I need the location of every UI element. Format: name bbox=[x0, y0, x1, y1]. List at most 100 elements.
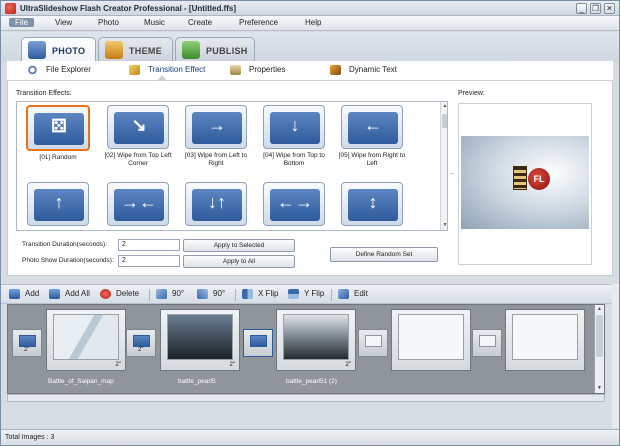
effect-item[interactable]: ↑ bbox=[19, 182, 97, 229]
delete-button[interactable]: Delete bbox=[100, 289, 139, 299]
menu-file[interactable]: File bbox=[9, 18, 34, 27]
storyboard-transition[interactable] bbox=[358, 329, 388, 357]
y-flip-button[interactable]: Y Flip bbox=[288, 289, 324, 299]
menu-view[interactable]: View bbox=[53, 18, 74, 27]
splitter-handle[interactable]: ⇔ bbox=[449, 171, 455, 177]
magnifier-icon bbox=[27, 65, 38, 75]
photo-duration-input[interactable]: 2 bbox=[118, 255, 180, 267]
restore-button[interactable]: ❐ bbox=[590, 3, 601, 14]
storyboard-transition[interactable] bbox=[243, 329, 273, 357]
app-logo-icon bbox=[5, 3, 16, 14]
tab-photo[interactable]: PHOTO bbox=[21, 37, 96, 64]
transition-icon bbox=[129, 65, 140, 75]
apply-to-selected-button[interactable]: Apply to Selected bbox=[183, 239, 295, 252]
y-flip-label: Y Flip bbox=[304, 289, 325, 299]
app-window: UltraSlideshow Flash Creator Professiona… bbox=[0, 0, 620, 446]
transition-thumb bbox=[250, 335, 267, 347]
apply-to-all-button[interactable]: Apply to All bbox=[183, 255, 295, 268]
effect-item[interactable]: ↘ [02] Wipe from Top Left Corner bbox=[99, 105, 177, 167]
preview-image: FL bbox=[461, 136, 589, 229]
add-all-button-label: Add All bbox=[65, 289, 90, 299]
define-random-set-button[interactable]: Define Random Set bbox=[330, 247, 438, 262]
arrows-inward-icon: →← bbox=[121, 192, 157, 212]
menu-help[interactable]: Help bbox=[303, 18, 323, 27]
scroll-up-icon[interactable]: ▲ bbox=[442, 103, 447, 109]
scroll-down-icon[interactable]: ▼ bbox=[596, 385, 603, 391]
storyboard-scrollbar[interactable]: ▲ ▼ bbox=[594, 305, 604, 393]
effect-thumbnail: ↘ bbox=[107, 105, 169, 149]
subtab-properties[interactable]: Properties bbox=[230, 65, 285, 75]
title-bar: UltraSlideshow Flash Creator Professiona… bbox=[1, 1, 619, 16]
effect-thumbnail: → bbox=[185, 105, 247, 149]
subtab-dynamic-text[interactable]: Dynamic Text bbox=[330, 65, 397, 75]
tab-publish[interactable]: PUBLISH bbox=[175, 37, 255, 63]
properties-icon bbox=[230, 65, 241, 75]
subtab-file-explorer[interactable]: File Explorer bbox=[27, 65, 91, 75]
minimize-button[interactable]: _ bbox=[576, 3, 587, 14]
storyboard-horizontal-scrollbar[interactable] bbox=[7, 394, 605, 402]
effect-label: [01] Random bbox=[39, 154, 77, 161]
rotate-left-button[interactable]: 90° bbox=[156, 289, 184, 299]
add-button[interactable]: Add bbox=[9, 289, 39, 299]
delete-icon bbox=[100, 289, 111, 299]
storyboard-slide[interactable] bbox=[505, 309, 585, 371]
window-right-edge bbox=[612, 284, 619, 428]
slide-duration: 2" bbox=[115, 362, 121, 368]
effect-item[interactable]: ← [05] Wipe from Right to Left bbox=[333, 105, 411, 167]
effect-thumbnail: ←→ bbox=[263, 182, 325, 226]
menu-create[interactable]: Create bbox=[186, 18, 214, 27]
effect-item[interactable]: ↓↑ bbox=[177, 182, 255, 229]
effect-item[interactable]: ↓ [04] Wipe from Top to Bottom bbox=[255, 105, 333, 167]
photo-toolbar: Add Add All Delete 90° 90° X Flip Y Flip… bbox=[1, 284, 619, 304]
edit-button-label: Edit bbox=[354, 289, 368, 299]
delete-button-label: Delete bbox=[116, 289, 140, 299]
storyboard-slide[interactable]: 2" bbox=[160, 309, 240, 371]
transition-duration-input[interactable]: 2 bbox=[118, 239, 180, 251]
tab-theme-label: THEME bbox=[129, 46, 162, 56]
effect-item[interactable]: ←→ bbox=[255, 182, 333, 229]
toolbar-separator bbox=[235, 289, 236, 301]
effects-scrollbar[interactable]: ▲ ▼ bbox=[440, 102, 447, 230]
toolbar-separator bbox=[149, 289, 150, 301]
rotate-right-label: 90° bbox=[213, 289, 226, 299]
subtab-transition-effect[interactable]: Transition Effect bbox=[129, 65, 205, 75]
toolbar-separator bbox=[331, 289, 332, 301]
storyboard-transition[interactable]: 2" bbox=[12, 329, 42, 357]
preview-label: Preview: bbox=[458, 90, 485, 97]
transition-duration-label: Transition Duration(seconds): bbox=[22, 241, 108, 248]
scroll-down-icon[interactable]: ▼ bbox=[442, 222, 447, 228]
menu-preference[interactable]: Preference bbox=[237, 18, 280, 27]
scroll-thumb[interactable] bbox=[442, 114, 447, 128]
effect-item[interactable]: ↕ bbox=[333, 182, 411, 229]
edit-button[interactable]: Edit bbox=[338, 289, 368, 299]
storyboard-slide[interactable]: 2" bbox=[46, 309, 126, 371]
storyboard-slide[interactable] bbox=[391, 309, 471, 371]
transition-thumb bbox=[133, 335, 150, 347]
window-title: UltraSlideshow Flash Creator Professiona… bbox=[20, 4, 237, 13]
close-button[interactable]: ✕ bbox=[604, 3, 615, 14]
storyboard-transition[interactable] bbox=[472, 329, 502, 357]
tab-publish-label: PUBLISH bbox=[206, 46, 248, 56]
rotate-right-button[interactable]: 90° bbox=[197, 289, 225, 299]
add-all-button[interactable]: Add All bbox=[49, 289, 90, 299]
effect-item[interactable]: → [03] Wipe from Left to Right bbox=[177, 105, 255, 167]
scroll-thumb[interactable] bbox=[596, 315, 603, 357]
effect-item[interactable]: ⚄ [01] Random bbox=[19, 105, 97, 162]
effect-thumbnail: ↓↑ bbox=[185, 182, 247, 226]
storyboard-slide[interactable]: 2" bbox=[276, 309, 356, 371]
tab-theme[interactable]: THEME bbox=[98, 37, 173, 63]
effect-item[interactable]: →← bbox=[99, 182, 177, 229]
x-flip-button[interactable]: X Flip bbox=[242, 289, 278, 299]
subtab-transition-effect-label: Transition Effect bbox=[148, 65, 206, 75]
slide-thumbnail bbox=[53, 314, 119, 360]
effect-thumbnail: ← bbox=[341, 105, 403, 149]
menu-music[interactable]: Music bbox=[142, 18, 167, 27]
scroll-up-icon[interactable]: ▲ bbox=[596, 306, 603, 312]
arrow-right-icon: → bbox=[208, 115, 226, 135]
effect-label: [02] Wipe from Top Left Corner bbox=[104, 152, 172, 167]
effect-thumbnail: ⚄ bbox=[26, 105, 90, 151]
menu-photo[interactable]: Photo bbox=[96, 18, 121, 27]
rotate-left-icon bbox=[156, 289, 167, 299]
storyboard-transition[interactable]: 2" bbox=[126, 329, 156, 357]
status-bar: Total Images : 3 bbox=[1, 429, 619, 445]
